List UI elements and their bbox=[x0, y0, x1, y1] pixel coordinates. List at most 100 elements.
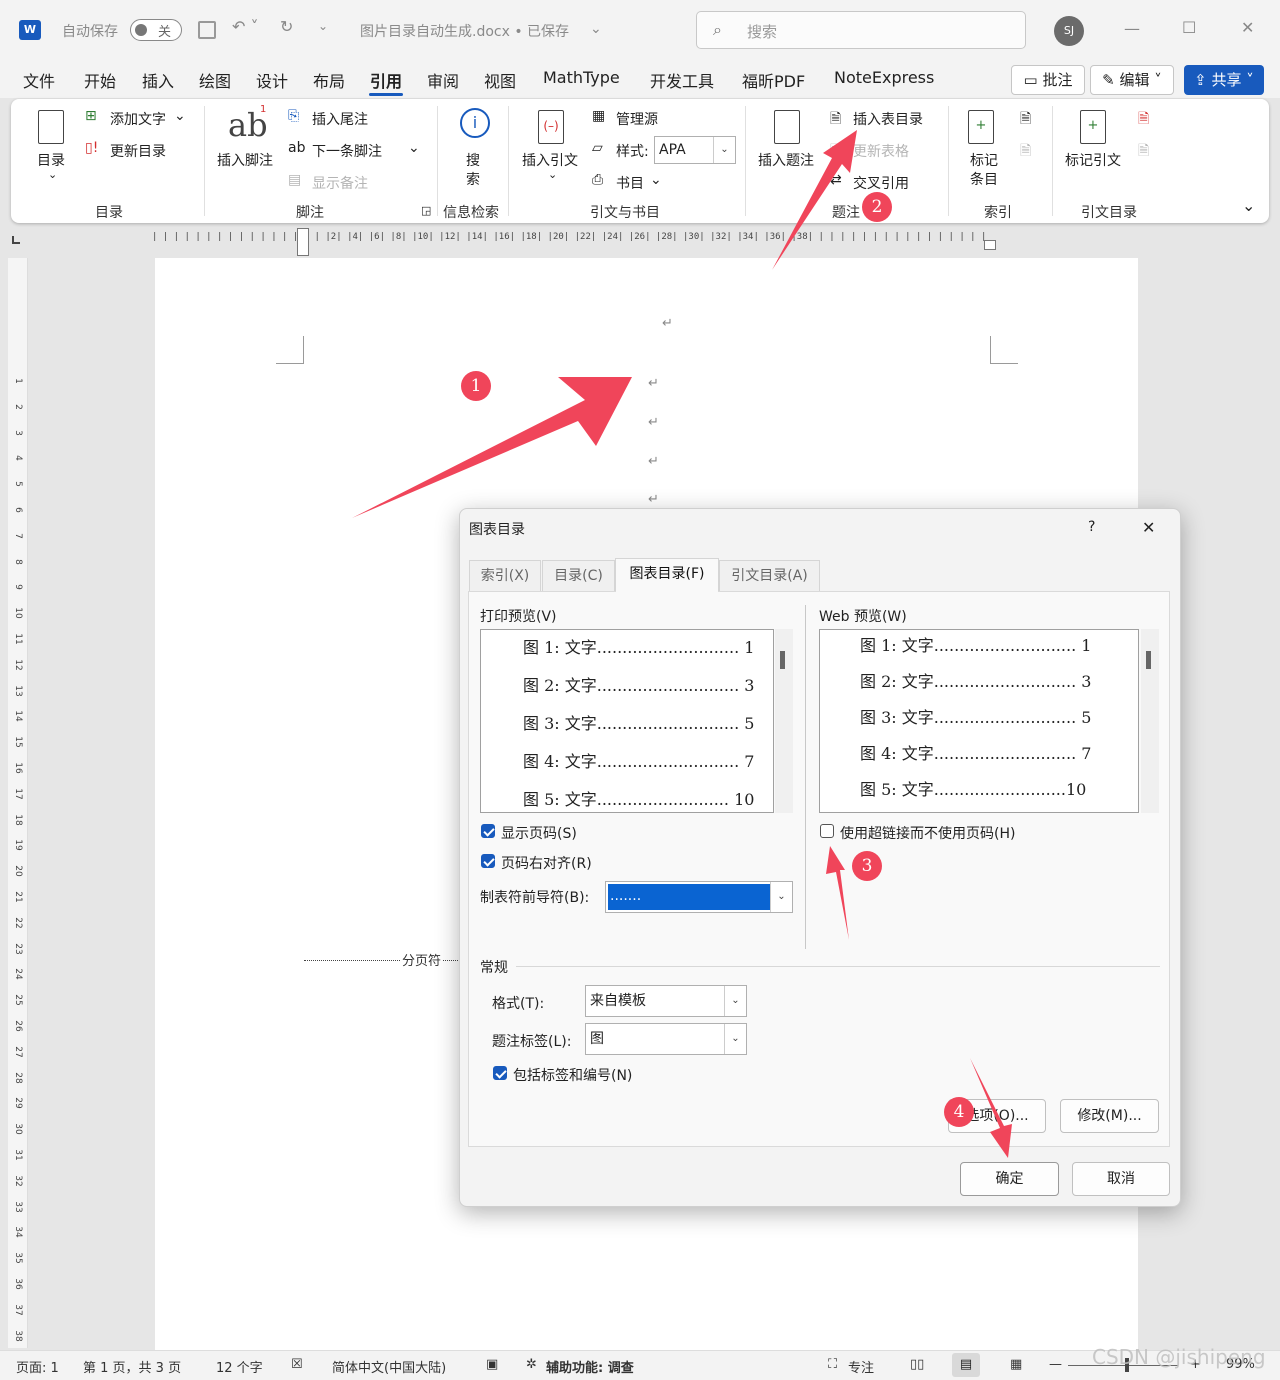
undo-icon[interactable]: ↶ ˅ bbox=[232, 17, 259, 36]
ok-button[interactable]: 确定 bbox=[960, 1162, 1059, 1196]
status-page-count[interactable]: 第 1 页，共 3 页 bbox=[83, 1357, 181, 1376]
comments-button[interactable]: ▭ 批注 bbox=[1011, 65, 1085, 95]
proofing-icon[interactable]: ☒ bbox=[291, 1357, 303, 1372]
bibliography-chevron-icon[interactable]: ⌄ bbox=[650, 172, 662, 188]
show-notes-button[interactable]: 显示备注 bbox=[312, 173, 368, 193]
add-text-button[interactable]: 添加文字 bbox=[110, 109, 166, 129]
show-page-numbers-checkbox[interactable] bbox=[481, 824, 495, 838]
accessibility-icon[interactable]: ✲ bbox=[526, 1357, 537, 1372]
insert-caption-button[interactable]: 插入题注 bbox=[758, 150, 814, 170]
tab-noteexpress[interactable]: NoteExpress bbox=[834, 68, 934, 87]
tab-toc[interactable]: 目录(C) bbox=[542, 560, 615, 592]
style-select[interactable]: APA ⌄ bbox=[654, 136, 736, 164]
tab-home[interactable]: 开始 bbox=[84, 68, 116, 92]
tab-view[interactable]: 视图 bbox=[484, 68, 516, 92]
tab-foxit-pdf[interactable]: 福昕PDF bbox=[742, 68, 805, 92]
tab-file[interactable]: 文件 bbox=[23, 68, 55, 92]
maximize-icon[interactable]: ☐ bbox=[1182, 18, 1196, 37]
tab-table-of-figures[interactable]: 图表目录(F) bbox=[615, 558, 719, 592]
autosave-toggle[interactable]: 关 bbox=[130, 19, 182, 41]
web-preview-scrollbar[interactable] bbox=[1141, 629, 1159, 813]
insert-authorities-icon[interactable]: 🗎 bbox=[1138, 108, 1149, 132]
bibliography-button[interactable]: 书目 bbox=[616, 173, 644, 193]
modify-button[interactable]: 修改(M)... bbox=[1060, 1099, 1159, 1133]
status-focus[interactable]: 专注 bbox=[848, 1357, 874, 1376]
toc-button[interactable]: 目录 bbox=[37, 150, 65, 170]
use-hyperlinks-label[interactable]: 使用超链接而不使用页码(H) bbox=[840, 823, 1015, 843]
insert-table-of-figures-button[interactable]: 插入表目录 bbox=[853, 109, 923, 129]
cancel-button[interactable]: 取消 bbox=[1072, 1162, 1170, 1196]
left-indent-marker-icon[interactable] bbox=[297, 228, 309, 256]
help-icon[interactable]: ? bbox=[1088, 519, 1095, 535]
status-page[interactable]: 页面: 1 bbox=[16, 1357, 59, 1376]
right-indent-marker-icon[interactable] bbox=[984, 240, 996, 250]
print-preview-box[interactable]: 图 1: 文字............................ 1 图 … bbox=[480, 629, 774, 813]
tab-mathtype[interactable]: MathType bbox=[543, 68, 620, 87]
insert-citation-button[interactable]: 插入引文 bbox=[522, 150, 578, 170]
redo-icon[interactable]: ↻ bbox=[280, 17, 293, 36]
insert-endnote-button[interactable]: 插入尾注 bbox=[312, 109, 368, 129]
print-layout-view-icon[interactable]: ▤ bbox=[952, 1353, 980, 1377]
close-icon[interactable]: ✕ bbox=[1142, 518, 1155, 537]
update-toc-button[interactable]: 更新目录 bbox=[110, 141, 166, 161]
tab-insert[interactable]: 插入 bbox=[142, 68, 174, 92]
use-hyperlinks-checkbox[interactable] bbox=[820, 824, 834, 838]
insert-index-icon[interactable]: 🗎 bbox=[1020, 108, 1031, 132]
editing-button[interactable]: ✎ 编辑 ˅ bbox=[1090, 65, 1174, 95]
close-window-icon[interactable]: ✕ bbox=[1241, 18, 1254, 37]
tab-draw[interactable]: 绘图 bbox=[199, 68, 231, 92]
mark-entry-button-b[interactable]: 条目 bbox=[970, 169, 998, 189]
tab-review[interactable]: 审阅 bbox=[427, 68, 459, 92]
tab-leader-select[interactable]: ....... ⌄ bbox=[605, 881, 793, 913]
share-button[interactable]: ⇪ 共享 ˅ bbox=[1184, 65, 1264, 95]
web-preview-box[interactable]: 图 1: 文字............................ 1 图 … bbox=[819, 629, 1139, 813]
status-word-count[interactable]: 12 个字 bbox=[216, 1357, 263, 1376]
search-button-b[interactable]: 索 bbox=[466, 169, 480, 189]
status-language[interactable]: 简体中文(中国大陆) bbox=[332, 1357, 446, 1376]
toc-dropdown-icon[interactable]: ⌄ bbox=[48, 168, 57, 181]
mark-entry-button-a[interactable]: 标记 bbox=[970, 150, 998, 170]
horizontal-ruler[interactable]: | | | | | | | | | | | | | | | | |2| |4| … bbox=[152, 232, 992, 248]
macro-icon[interactable]: ▣ bbox=[486, 1357, 498, 1372]
focus-icon[interactable]: ⛶ bbox=[828, 1357, 837, 1372]
document-title[interactable]: 图片目录自动生成.docx • 已保存 bbox=[360, 21, 569, 41]
caption-label-select[interactable]: 图 ⌄ bbox=[585, 1023, 747, 1055]
next-footnote-button[interactable]: 下一条脚注 bbox=[312, 141, 382, 161]
tab-developer[interactable]: 开发工具 bbox=[650, 68, 714, 92]
tab-index[interactable]: 索引(X) bbox=[469, 560, 541, 592]
tab-design[interactable]: 设计 bbox=[256, 68, 288, 92]
manage-sources-button[interactable]: 管理源 bbox=[616, 109, 658, 129]
formats-select[interactable]: 来自模板 ⌄ bbox=[585, 985, 747, 1017]
read-mode-icon[interactable]: ▯▯ bbox=[910, 1357, 924, 1372]
update-table-button[interactable]: 更新表格 bbox=[853, 141, 909, 161]
next-footnote-chevron-icon[interactable]: ⌄ bbox=[408, 140, 420, 156]
right-align-checkbox[interactable] bbox=[481, 854, 495, 868]
customize-qat-icon[interactable]: ⌄ bbox=[318, 19, 328, 33]
title-chevron-icon[interactable]: ⌄ bbox=[590, 21, 602, 37]
status-accessibility[interactable]: 辅助功能: 调查 bbox=[546, 1357, 634, 1376]
add-text-chevron-icon[interactable]: ⌄ bbox=[174, 108, 186, 124]
avatar[interactable]: SJ bbox=[1054, 16, 1084, 46]
footnote-dialog-launcher-icon[interactable]: ◲ bbox=[421, 204, 431, 217]
tab-selector-icon[interactable] bbox=[12, 236, 20, 244]
include-label-text[interactable]: 包括标签和编号(N) bbox=[513, 1065, 632, 1085]
update-index-icon[interactable]: 🗎 bbox=[1020, 140, 1031, 164]
right-align-label[interactable]: 页码右对齐(R) bbox=[501, 853, 592, 873]
update-authorities-icon[interactable]: 🗎 bbox=[1138, 140, 1149, 164]
tab-references[interactable]: 引用 bbox=[370, 68, 402, 92]
print-preview-scrollbar[interactable] bbox=[775, 629, 793, 813]
show-page-numbers-label[interactable]: 显示页码(S) bbox=[501, 823, 577, 843]
include-label-checkbox[interactable] bbox=[493, 1066, 507, 1080]
insert-citation-chevron-icon[interactable]: ⌄ bbox=[548, 168, 557, 181]
web-layout-icon[interactable]: ▦ bbox=[1010, 1357, 1022, 1372]
zoom-out-icon[interactable]: — bbox=[1049, 1357, 1062, 1372]
save-icon[interactable] bbox=[198, 21, 216, 39]
collapse-ribbon-icon[interactable]: ⌄ bbox=[1242, 196, 1255, 215]
search-button-a[interactable]: 搜 bbox=[466, 150, 480, 170]
tab-table-of-authorities[interactable]: 引文目录(A) bbox=[719, 560, 820, 592]
tab-layout[interactable]: 布局 bbox=[313, 68, 345, 92]
minimize-icon[interactable]: — bbox=[1124, 19, 1140, 38]
mark-citation-button[interactable]: 标记引文 bbox=[1065, 150, 1121, 170]
insert-footnote-button[interactable]: 插入脚注 bbox=[217, 150, 273, 170]
search-box[interactable]: ⌕ 搜索 bbox=[696, 11, 1026, 49]
